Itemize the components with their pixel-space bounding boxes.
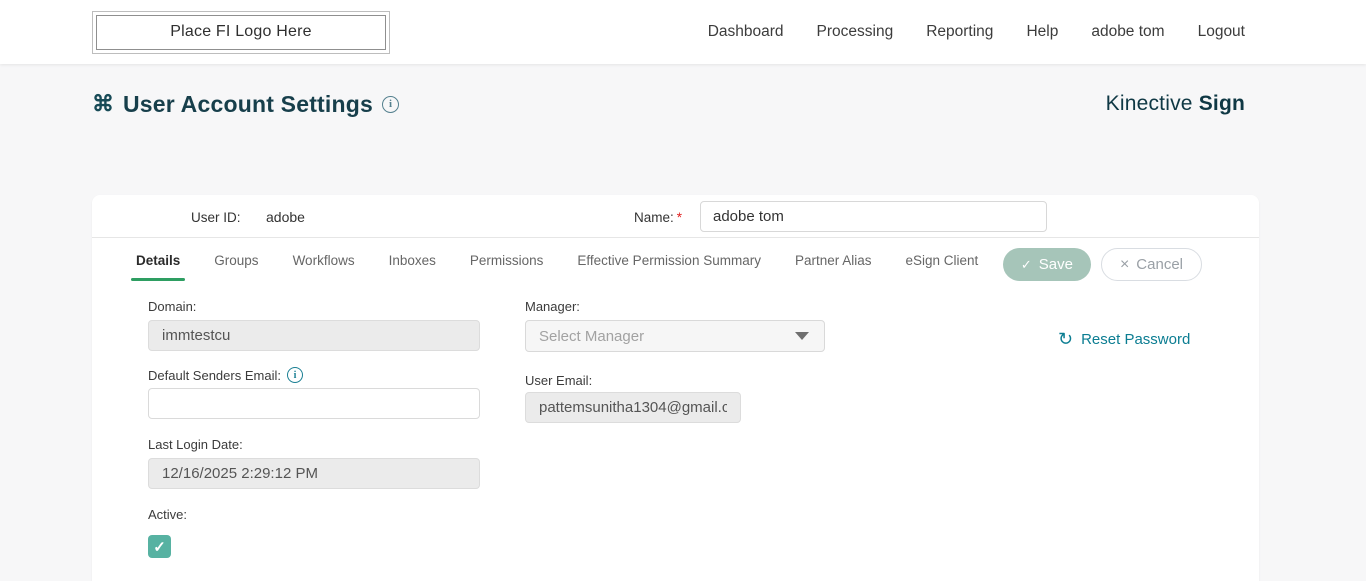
check-icon: ✓ (1021, 257, 1032, 273)
tab-esign-client[interactable]: eSign Client (889, 240, 996, 281)
active-checkbox[interactable]: ✓ (148, 535, 171, 558)
brand-bold: Sign (1199, 92, 1245, 115)
active-label: Active: (148, 507, 187, 522)
user-email-input (525, 392, 741, 423)
tab-workflows[interactable]: Workflows (276, 240, 372, 281)
nav-help[interactable]: Help (1026, 23, 1058, 41)
checkmark-icon: ✓ (153, 538, 166, 556)
page-title: User Account Settings (123, 91, 373, 118)
nav-logout[interactable]: Logout (1198, 23, 1245, 41)
topbar: Place FI Logo Here Dashboard Processing … (0, 0, 1366, 64)
tab-permissions[interactable]: Permissions (453, 240, 561, 281)
form-actions: ✓ Save × Cancel (1003, 248, 1202, 281)
save-button[interactable]: ✓ Save (1003, 248, 1091, 281)
last-login-date-label: Last Login Date: (148, 437, 243, 452)
user-id-label: User ID: (191, 210, 241, 225)
tab-inboxes[interactable]: Inboxes (372, 240, 453, 281)
reset-password-link[interactable]: ↻ Reset Password (1058, 330, 1190, 348)
name-input[interactable] (700, 201, 1047, 232)
cancel-button[interactable]: × Cancel (1101, 248, 1202, 281)
reset-icon: ↻ (1058, 330, 1073, 348)
default-senders-email-label: Default Senders Email: i (148, 367, 303, 383)
close-icon: × (1120, 257, 1129, 273)
nav-current-user[interactable]: adobe tom (1091, 23, 1164, 41)
last-login-date-input (148, 458, 480, 489)
command-icon: ⌘ (92, 93, 114, 115)
tab-details[interactable]: Details (119, 240, 197, 281)
name-label: Name:* (634, 210, 682, 225)
manager-select-placeholder: Select Manager (539, 328, 644, 345)
tabs-row: Details Groups Workflows Inboxes Permiss… (92, 238, 1259, 284)
fi-logo-placeholder: Place FI Logo Here (92, 11, 390, 54)
required-asterisk: * (677, 210, 682, 225)
tab-groups[interactable]: Groups (197, 240, 275, 281)
tab-partner-alias[interactable]: Partner Alias (778, 240, 889, 281)
title-info-icon[interactable]: i (382, 96, 399, 113)
default-senders-email-input[interactable] (148, 388, 480, 419)
manager-label: Manager: (525, 299, 580, 314)
brand-primary: Kinective (1106, 92, 1193, 115)
details-form: Domain: Manager: Select Manager ↻ Reset … (92, 284, 1259, 581)
manager-select[interactable]: Select Manager (525, 320, 825, 352)
main-nav: Dashboard Processing Reporting Help adob… (708, 23, 1245, 41)
page-header: ⌘ User Account Settings i Kinective Sign (0, 64, 1366, 118)
user-id-value: adobe (266, 209, 305, 225)
domain-input (148, 320, 480, 351)
reset-password-label: Reset Password (1081, 331, 1190, 348)
nav-processing[interactable]: Processing (817, 23, 894, 41)
tab-effective-permission-summary[interactable]: Effective Permission Summary (560, 240, 778, 281)
chevron-down-icon (795, 332, 809, 340)
user-settings-card: User ID: adobe Name:* Details Groups Wor… (92, 195, 1259, 581)
nav-dashboard[interactable]: Dashboard (708, 23, 784, 41)
user-email-label: User Email: (525, 373, 592, 388)
nav-reporting[interactable]: Reporting (926, 23, 993, 41)
card-top-row: User ID: adobe Name:* (92, 195, 1259, 237)
fi-logo-text: Place FI Logo Here (170, 23, 311, 41)
domain-label: Domain: (148, 299, 196, 314)
title-wrap: ⌘ User Account Settings i (92, 91, 399, 118)
brand-logo: Kinective Sign (1106, 92, 1245, 116)
default-senders-email-info-icon[interactable]: i (287, 367, 303, 383)
